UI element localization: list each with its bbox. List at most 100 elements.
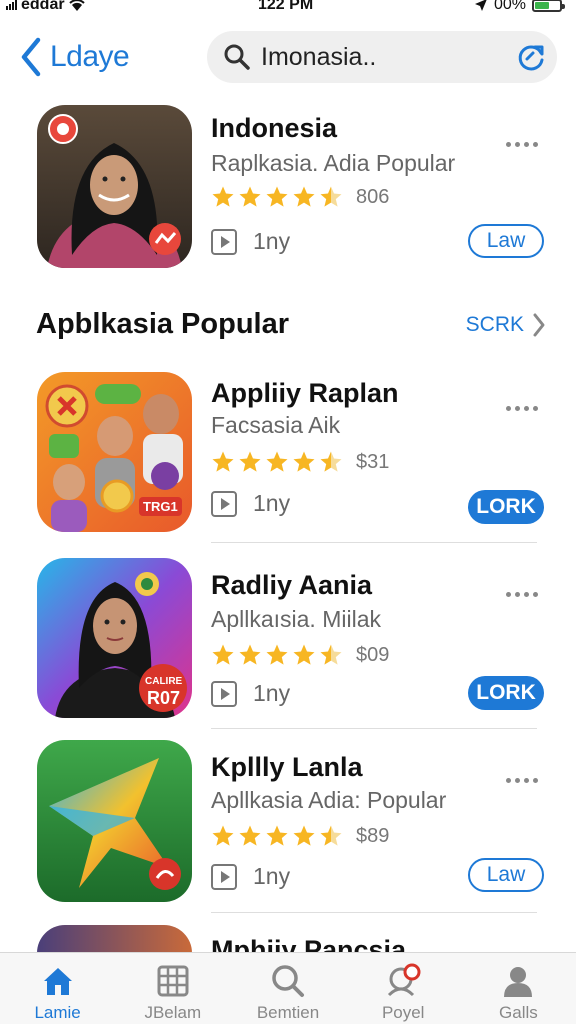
status-left: eddar — [6, 0, 85, 14]
see-all-link[interactable]: SCRK — [466, 312, 546, 338]
icon-badge-top: CALIRE — [145, 676, 183, 687]
portrait-image — [37, 105, 192, 268]
star-icon — [212, 825, 234, 846]
app-meta: 1ny — [211, 490, 290, 517]
star-icon — [239, 451, 261, 472]
app-subtitle: Raplkasia. Adia Popular — [211, 150, 456, 176]
app-meta: 1ny — [211, 228, 290, 255]
signal-icon — [6, 0, 17, 10]
carrier-name: eddar — [21, 0, 65, 13]
app-subtitle: Apllkaısia. Miilak — [211, 606, 381, 632]
get-button[interactable]: LORK — [468, 490, 544, 524]
tab-home[interactable]: Lamie — [0, 953, 115, 1024]
star-icon — [320, 825, 342, 846]
tab-search[interactable]: Bemtien — [230, 953, 345, 1024]
app-store-screen: eddar 122 PM 00% Ldaye Imonasia.. Indone… — [0, 0, 576, 1024]
app-price: 806 — [356, 185, 390, 208]
app-title: Radliy Aania — [211, 570, 373, 600]
search-query: Imonasia.. — [261, 42, 377, 71]
app-icon[interactable] — [37, 740, 192, 902]
home-icon — [43, 968, 72, 995]
list-item[interactable]: Mphiiy Pancsia — [0, 925, 576, 955]
app-icon[interactable]: CALIRE R07 — [37, 558, 192, 718]
app-price: $31 — [356, 450, 390, 473]
tab-label: Lamie — [34, 1003, 81, 1022]
tab-bar: Lamie JBelam Bemtien Poyel Galls — [0, 952, 576, 1024]
star-icon — [266, 644, 288, 665]
tab-label: Bemtien — [256, 1003, 320, 1022]
rating-stars: $09 — [211, 643, 389, 667]
get-button[interactable]: Law — [468, 224, 544, 258]
section-title: Apblkasia Popular — [36, 308, 290, 340]
app-title: Appliiy Raplan — [211, 378, 399, 408]
tab-grid[interactable]: JBelam — [115, 953, 230, 1024]
star-logo-image — [37, 740, 192, 902]
icon-badge: TRG1 — [139, 497, 182, 516]
star-icon — [266, 451, 288, 472]
meta-text: 1ny — [253, 680, 291, 706]
back-button[interactable]: Ldaye — [18, 36, 130, 78]
battery-percent: 00% — [493, 0, 526, 13]
tab-profile[interactable]: Galls — [461, 953, 576, 1024]
star-icon — [239, 186, 261, 207]
list-item[interactable]: CALIRE R07 Radliy Aania Apllkaısia. Miil… — [0, 558, 576, 723]
more-options-button[interactable] — [506, 142, 538, 147]
status-right: 00% — [474, 0, 565, 14]
get-button[interactable]: Law — [468, 858, 544, 892]
chevron-left-icon — [21, 37, 41, 77]
tab-label: JBelam — [144, 1003, 202, 1022]
star-icon — [293, 186, 315, 207]
meta-text: 1ny — [253, 490, 291, 516]
status-bar: eddar 122 PM 00% — [0, 0, 576, 18]
star-icon — [293, 451, 315, 472]
app-title: Indonesia — [211, 113, 338, 143]
star-icon — [212, 644, 234, 665]
star-icon — [239, 644, 261, 665]
search-input[interactable]: Imonasia.. — [207, 31, 557, 83]
star-icon — [266, 825, 288, 846]
star-icon — [212, 186, 234, 207]
list-item[interactable]: TRG1 Appliiy Raplan Facsasia Aik $31 1ny… — [0, 372, 576, 537]
featured-app-icon[interactable] — [37, 105, 192, 268]
app-icon[interactable]: TRG1 — [37, 372, 192, 532]
play-icon — [211, 863, 237, 890]
location-icon — [474, 0, 487, 11]
star-icon — [293, 644, 315, 665]
star-icon — [293, 825, 315, 846]
featured-app[interactable]: Indonesia Raplkasia. Adia Popular 806 1n… — [0, 105, 576, 275]
star-icon — [266, 186, 288, 207]
star-icon — [320, 186, 342, 207]
star-icon — [212, 451, 234, 472]
divider — [211, 542, 537, 543]
rating-stars: $89 — [211, 824, 389, 848]
wifi-icon — [68, 0, 85, 11]
person-icon — [504, 967, 533, 997]
app-price: $89 — [356, 824, 390, 847]
user-badge-icon — [388, 963, 421, 997]
list-item[interactable]: Kpllly Lanla Apllkasia Adia: Popular $89… — [0, 740, 576, 905]
play-icon — [211, 490, 237, 517]
app-subtitle: Apllkasia Adia: Popular — [211, 787, 447, 813]
rating-stars: 806 — [211, 185, 389, 209]
back-label: Ldaye — [50, 40, 130, 73]
play-icon — [211, 228, 237, 255]
battery-icon — [532, 0, 565, 12]
more-options-button[interactable] — [506, 592, 538, 597]
app-subtitle: Facsasia Aik — [211, 412, 341, 438]
divider — [211, 728, 537, 729]
search-icon — [224, 44, 250, 70]
tab-label: Poyel — [381, 1003, 425, 1022]
get-button[interactable]: LORK — [468, 676, 544, 710]
grid-icon — [157, 965, 189, 997]
rating-stars: $31 — [211, 450, 389, 474]
tab-label: Galls — [499, 1003, 538, 1022]
star-icon — [320, 644, 342, 665]
chevron-right-icon — [533, 313, 545, 337]
more-options-button[interactable] — [506, 406, 538, 411]
app-icon[interactable] — [37, 925, 192, 955]
more-options-button[interactable] — [506, 778, 538, 783]
tab-updates[interactable]: Poyel — [346, 953, 461, 1024]
app-meta: 1ny — [211, 863, 290, 890]
search-icon — [272, 965, 304, 997]
refresh-icon[interactable] — [515, 41, 547, 73]
